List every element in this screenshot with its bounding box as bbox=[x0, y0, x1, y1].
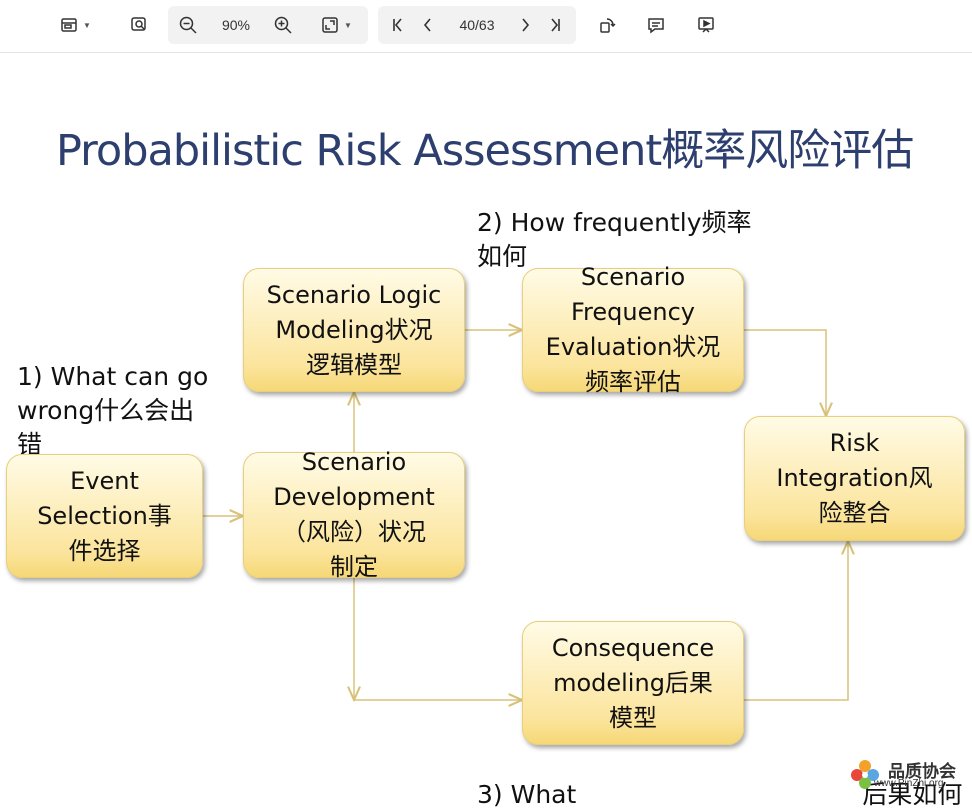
box-line: Modeling状况 bbox=[275, 315, 433, 344]
box-line: 逻辑模型 bbox=[305, 350, 402, 379]
box-line: Selection事 bbox=[37, 501, 172, 530]
pinzhi-logo: 品质协会 www.PinZhi.org bbox=[848, 757, 968, 793]
box-line: Evaluation状况 bbox=[545, 333, 721, 361]
box-line: Integration风 bbox=[776, 464, 933, 492]
box-line: 件选择 bbox=[68, 536, 141, 565]
box-line: 制定 bbox=[329, 553, 378, 581]
box-line: Frequency bbox=[571, 298, 695, 326]
box-scenario-logic-modeling: Scenario Logic Modeling状况 逻辑模型 bbox=[243, 268, 465, 392]
arrow-consequence-to-risk bbox=[744, 541, 848, 701]
box-line: 险整合 bbox=[818, 499, 891, 527]
arrow-frequency-to-risk bbox=[744, 329, 826, 416]
flow-arrows bbox=[203, 0, 972, 795]
box-scenario-frequency-evaluation: Scenario Frequency Evaluation状况 频率评估 bbox=[522, 263, 744, 396]
box-consequence-modeling: Consequence modeling后果 模型 bbox=[522, 621, 744, 745]
box-event-selection: Event Selection事 件选择 bbox=[6, 454, 203, 578]
box-risk-integration: Risk Integration风 险整合 bbox=[744, 416, 965, 541]
box-line: modeling后果 bbox=[553, 668, 713, 697]
box-line: Scenario Logic bbox=[266, 280, 442, 309]
box-scenario-development: Scenario Development （风险）状况 制定 bbox=[243, 448, 465, 581]
box-line: Scenario bbox=[580, 263, 686, 291]
box-line: Consequence bbox=[551, 633, 715, 662]
box-line: Scenario bbox=[301, 448, 407, 476]
box-line: 频率评估 bbox=[584, 368, 681, 396]
box-line: Risk bbox=[829, 429, 880, 457]
box-line: 模型 bbox=[609, 703, 657, 732]
logo-url: www.PinZhi.org bbox=[874, 778, 944, 789]
box-line: （风险）状况 bbox=[281, 518, 426, 546]
box-line: Event bbox=[70, 466, 139, 495]
box-line: Development bbox=[273, 483, 435, 511]
